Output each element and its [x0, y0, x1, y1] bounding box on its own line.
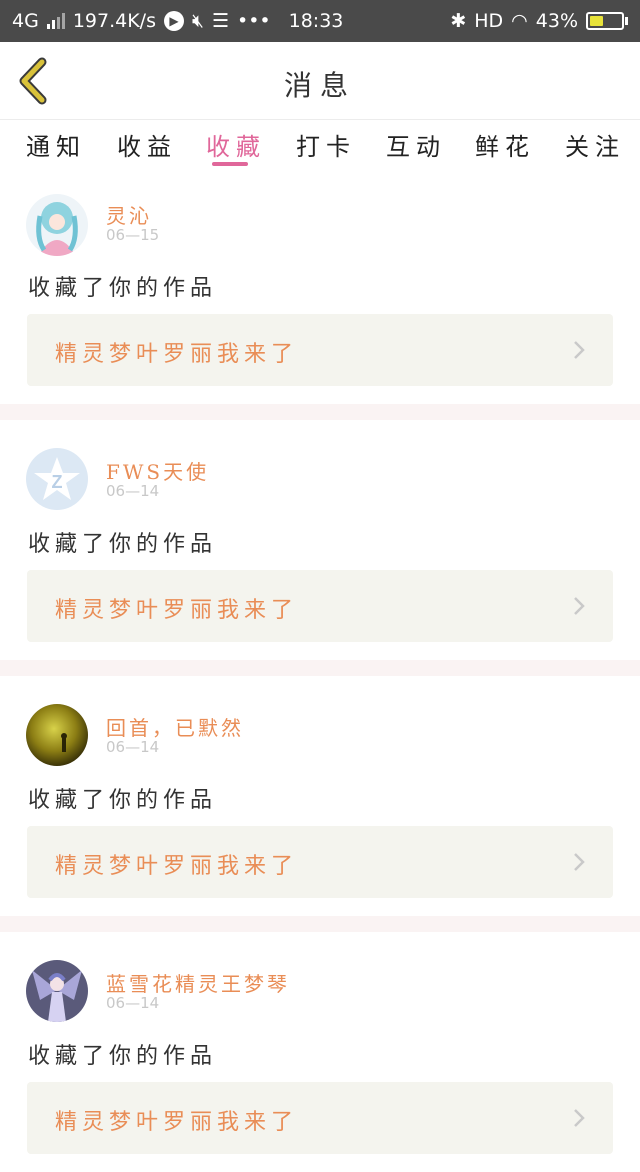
message-card: 回首，已默然 06—14 收藏了你的作品 精灵梦叶罗丽我来了 — [0, 676, 640, 916]
work-link[interactable]: 精灵梦叶罗丽我来了 — [27, 1082, 613, 1154]
message-action: 收藏了你的作品 — [28, 1044, 218, 1069]
tab-earnings[interactable]: 收益 — [117, 127, 177, 162]
network-speed: 197.4K/s — [72, 10, 156, 32]
tab-favorites[interactable]: 收藏 — [206, 127, 266, 162]
avatar[interactable] — [26, 960, 88, 1022]
tab-checkin[interactable]: 打卡 — [296, 127, 356, 162]
signal-icon — [46, 13, 65, 29]
mute-icon: 🔇︎ — [191, 10, 204, 32]
network-type: 4G — [12, 10, 39, 32]
page-title: 消息 — [283, 69, 356, 102]
work-title: 精灵梦叶罗丽我来了 — [55, 854, 299, 879]
tab-flowers[interactable]: 鲜花 — [475, 127, 535, 162]
database-icon: ☰ — [211, 10, 229, 32]
message-date: 06—14 — [106, 994, 160, 1012]
work-link[interactable]: 精灵梦叶罗丽我来了 — [27, 570, 613, 642]
play-icon: ▶ — [163, 11, 184, 31]
message-card: Z FWS天使 06—14 收藏了你的作品 精灵梦叶罗丽我来了 — [0, 420, 640, 660]
work-link[interactable]: 精灵梦叶罗丽我来了 — [27, 314, 613, 386]
message-date: 06—14 — [106, 482, 160, 500]
active-tab-indicator — [212, 162, 248, 166]
username[interactable]: FWS天使 — [106, 456, 209, 485]
chevron-right-icon — [574, 341, 585, 359]
wifi-icon: ◠ — [511, 10, 528, 32]
message-action: 收藏了你的作品 — [28, 532, 218, 557]
tab-bar: 通知 收益 收藏 打卡 互动 鲜花 关注 — [0, 121, 640, 171]
hd-label: HD — [474, 10, 504, 32]
message-card: 灵沁 06—15 收藏了你的作品 精灵梦叶罗丽我来了 — [0, 176, 640, 416]
username[interactable]: 回首，已默然 — [106, 712, 244, 741]
message-action: 收藏了你的作品 — [28, 276, 218, 301]
top-header: 消息 — [0, 42, 640, 120]
chevron-right-icon — [574, 597, 585, 615]
message-date: 06—15 — [106, 226, 160, 244]
status-bar: 4G 197.4K/s ▶ 🔇︎ ☰ ••• 18:33 ✱ HD ◠ 43% — [0, 0, 640, 42]
tab-notice[interactable]: 通知 — [26, 127, 86, 162]
more-icon: ••• — [237, 10, 271, 32]
avatar[interactable]: Z — [26, 448, 88, 510]
separator — [0, 404, 640, 420]
tab-follow[interactable]: 关注 — [565, 127, 625, 162]
work-title: 精灵梦叶罗丽我来了 — [55, 342, 299, 367]
separator — [0, 916, 640, 932]
message-date: 06—14 — [106, 738, 160, 756]
work-link[interactable]: 精灵梦叶罗丽我来了 — [27, 826, 613, 898]
chevron-right-icon — [574, 853, 585, 871]
avatar[interactable] — [26, 194, 88, 256]
avatar[interactable] — [26, 704, 88, 766]
username[interactable]: 蓝雪花精灵王梦琴 — [106, 968, 290, 997]
message-action: 收藏了你的作品 — [28, 788, 218, 813]
message-card: 蓝雪花精灵王梦琴 06—14 收藏了你的作品 精灵梦叶罗丽我来了 — [0, 932, 640, 1172]
battery-icon — [586, 12, 628, 30]
work-title: 精灵梦叶罗丽我来了 — [55, 598, 299, 623]
bluetooth-icon: ✱ — [450, 10, 467, 32]
tab-interaction[interactable]: 互动 — [386, 127, 446, 162]
username[interactable]: 灵沁 — [106, 200, 152, 229]
svg-text:Z: Z — [52, 472, 63, 492]
clock: 18:33 — [288, 10, 344, 32]
battery-percent: 43% — [535, 10, 578, 32]
separator — [0, 660, 640, 676]
chevron-right-icon — [574, 1109, 585, 1127]
work-title: 精灵梦叶罗丽我来了 — [55, 1110, 299, 1135]
